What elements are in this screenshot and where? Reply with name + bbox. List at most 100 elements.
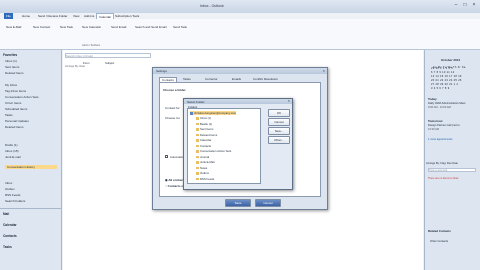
nav-item[interactable]: Deleted Items bbox=[5, 125, 24, 129]
select-folder-title-bar: Select Folder × bbox=[184, 98, 292, 104]
calendar-week[interactable]: 13 14 15 16 17 18 19 bbox=[431, 75, 462, 78]
send-task-button[interactable]: Send Task bbox=[173, 25, 187, 29]
title-bar: Inbox - Outlook – □ × bbox=[0, 0, 480, 13]
favorites-header: Favorites bbox=[3, 53, 18, 57]
folder-item[interactable]: Sent Items bbox=[196, 127, 213, 131]
calendar-week[interactable]: 27 28 29 30 31 1 2 bbox=[431, 83, 458, 86]
save-button[interactable]: Save bbox=[225, 199, 251, 207]
appointment-time: 9:00 AM - 10:00 AM bbox=[428, 106, 451, 109]
nav-item[interactable]: Outbox bbox=[5, 187, 15, 191]
folder-icon bbox=[196, 122, 199, 126]
new-folder-button[interactable]: New... bbox=[268, 127, 290, 135]
new-task-input[interactable]: Type a new task bbox=[428, 168, 476, 172]
folder-item[interactable]: RSS Feeds bbox=[196, 177, 214, 181]
calendar-month: October 2013 bbox=[441, 58, 461, 62]
appointment[interactable]: Design Partner Call (not to bbox=[428, 124, 460, 127]
other-button[interactable]: Other... bbox=[268, 136, 290, 144]
nav-calendar-button[interactable]: Calendar bbox=[3, 223, 17, 227]
contact-for-label: Contact for bbox=[165, 106, 180, 110]
new-task-button[interactable]: New Task bbox=[60, 25, 73, 29]
task-arrange-by[interactable]: Arrange By: Flag: Due Date bbox=[426, 162, 458, 165]
no-tasks-text: There are no items to show. bbox=[428, 177, 459, 180]
nav-item[interactable]: Search Folders bbox=[5, 199, 25, 203]
folder-cancel-button[interactable]: Cancel bbox=[268, 118, 290, 126]
more-appointments-link[interactable]: 1 more appointments bbox=[428, 138, 452, 141]
new-contact-button[interactable]: New Contact bbox=[33, 25, 50, 29]
choose-contacts-label: Choose Co bbox=[165, 116, 181, 120]
folder-account[interactable]: christian.bergsten@company.com bbox=[190, 111, 237, 115]
nav-contacts-button[interactable]: Contacts bbox=[3, 234, 17, 238]
close-icon[interactable]: × bbox=[470, 2, 478, 8]
nav-item[interactable]: Junk E-mail bbox=[5, 155, 21, 159]
folder-tree[interactable]: christian.bergsten@company.com Inbox (1)… bbox=[187, 108, 261, 184]
folder-item[interactable]: Contacts bbox=[196, 144, 211, 148]
folder-icon bbox=[196, 133, 199, 137]
nav-item[interactable]: Drafts (1) bbox=[5, 143, 18, 147]
settings-title: Settings bbox=[156, 69, 167, 73]
tab-conflict-resolution[interactable]: Conflict Resolution bbox=[253, 77, 278, 81]
nav-item[interactable]: Personal Updates bbox=[5, 119, 29, 123]
search-input[interactable]: Search Inbox (Ctrl+E) bbox=[65, 53, 151, 58]
folder-item[interactable]: Deleted Items bbox=[196, 133, 217, 137]
column-subject[interactable]: Subject bbox=[105, 61, 114, 65]
auto-checkbox[interactable] bbox=[165, 155, 168, 158]
folder-item[interactable]: Inbox (1) bbox=[196, 116, 211, 120]
calendar-week[interactable]: 3 4 5 6 7 8 9 bbox=[431, 87, 449, 90]
search-send-email-button[interactable]: Search and Send Email bbox=[135, 25, 167, 29]
calendar-icon bbox=[196, 139, 199, 142]
nav-item[interactable]: Tag Inbox Items bbox=[5, 89, 26, 93]
tab-tasks[interactable]: Tasks bbox=[183, 77, 191, 81]
folder-item[interactable]: Beatle (1) bbox=[196, 122, 212, 126]
nav-item[interactable]: Deleted Items bbox=[5, 71, 24, 75]
cancel-button[interactable]: Cancel bbox=[255, 199, 281, 207]
send-email-button[interactable]: Send Email bbox=[111, 25, 126, 29]
nav-item[interactable]: Conversation Action Sets bbox=[5, 95, 39, 99]
nav-mail-button[interactable]: Mail bbox=[3, 212, 9, 216]
calendar-week[interactable]: 6 7 8 9 10 11 12 bbox=[431, 71, 454, 74]
folder-item[interactable]: Outbox bbox=[196, 171, 209, 175]
nav-item[interactable]: Inbox (1) bbox=[5, 59, 17, 63]
select-folder-close-icon[interactable]: × bbox=[288, 98, 290, 103]
select-folder-title: Select Folder bbox=[187, 99, 205, 104]
journal-icon bbox=[196, 155, 199, 159]
rss-icon bbox=[196, 177, 199, 181]
search-placeholder: Search Inbox (Ctrl+E) bbox=[66, 54, 93, 58]
nav-item[interactable]: Inbox (15) bbox=[5, 149, 19, 153]
nav-item[interactable]: My Inbox bbox=[5, 83, 17, 87]
nav-item[interactable]: Inbox bbox=[5, 181, 12, 185]
folder-item[interactable]: Junk E-Mail bbox=[196, 160, 215, 164]
tab-corrector[interactable]: Corrector bbox=[205, 77, 218, 81]
folder-item[interactable]: Notes bbox=[196, 166, 207, 170]
settings-title-bar: Settings × bbox=[153, 68, 327, 74]
nav-tasks-button[interactable]: Tasks bbox=[3, 245, 12, 249]
ok-button[interactable]: OK bbox=[268, 109, 290, 117]
nav-item[interactable]: RSS Feeds bbox=[5, 193, 20, 197]
appointment-time: 10:30 AM bbox=[428, 128, 439, 131]
calendar-week[interactable]: 20 21 22 23 24 25 26 bbox=[431, 79, 462, 82]
folder-item[interactable]: Conversation Action Sets bbox=[196, 149, 231, 153]
appointment[interactable]: Daily CRM Administrators Meet bbox=[428, 102, 465, 105]
folder-icon bbox=[196, 161, 199, 164]
maximize-icon[interactable]: □ bbox=[461, 2, 469, 8]
calendar-week[interactable]: 29 30 1 2 3 4 5 bbox=[431, 67, 453, 70]
window-title: Inbox - Outlook bbox=[200, 4, 224, 8]
nav-item[interactable]: Tasks bbox=[5, 113, 13, 117]
ribbon: New E-Mail New Contact New Task New Cale… bbox=[0, 19, 480, 50]
nav-item-selected[interactable]: Conversation History bbox=[5, 165, 57, 169]
new-calendar-button[interactable]: New Calendar bbox=[82, 25, 101, 29]
minimize-icon[interactable]: – bbox=[452, 2, 460, 8]
nav-item[interactable]: Scheduled Items bbox=[5, 107, 27, 111]
contacts-icon bbox=[196, 144, 199, 148]
folder-icon bbox=[196, 172, 199, 175]
settings-close-icon[interactable]: × bbox=[323, 68, 325, 73]
other-contacts[interactable]: Other Contacts bbox=[430, 240, 448, 243]
folder-item[interactable]: Calendar bbox=[196, 138, 211, 142]
nav-item[interactable]: Ctrl+F Items bbox=[5, 101, 21, 105]
folder-item[interactable]: Journal bbox=[196, 155, 209, 159]
related-contacts-header: Related Contacts bbox=[428, 229, 451, 233]
arrange-by[interactable]: Arrange By: Date bbox=[65, 65, 85, 68]
navigation-pane: Favorites Inbox (1) Sent Items Deleted I… bbox=[0, 50, 62, 270]
tab-emails[interactable]: Emails bbox=[232, 77, 241, 81]
new-email-button[interactable]: New E-Mail bbox=[6, 25, 21, 29]
nav-item[interactable]: Sent Items bbox=[5, 65, 19, 69]
